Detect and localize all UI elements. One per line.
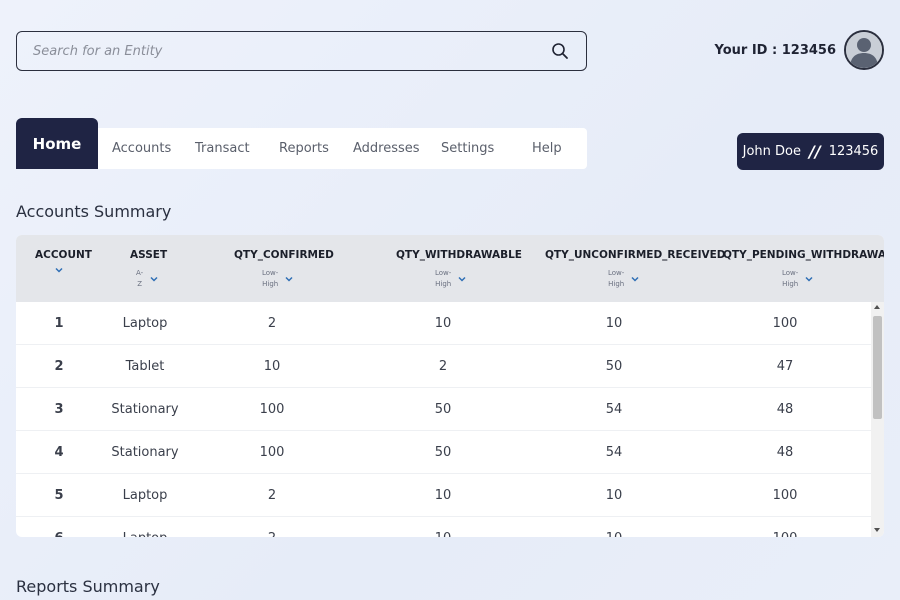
sort-qty-withdrawable[interactable]: Low- High (435, 268, 467, 290)
column-header-qty-confirmed: QTY_CONFIRMED (234, 249, 334, 261)
cell-qty-unconfirmed-received: 10 (605, 316, 623, 331)
cell-asset: Laptop (122, 488, 168, 503)
user-avatar-icon[interactable] (844, 30, 884, 70)
tab-accounts[interactable]: Accounts (112, 141, 171, 156)
tab-reports[interactable]: Reports (279, 141, 329, 156)
user-badge[interactable]: John Doe // 123456 (737, 133, 884, 170)
column-header-account: ACCOUNT (35, 249, 92, 261)
cell-asset: Stationary (111, 402, 179, 417)
cell-qty-confirmed: 2 (267, 316, 277, 331)
cell-qty-pending-withdrawal: 100 (772, 316, 798, 331)
cell-qty-unconfirmed-received: 10 (605, 488, 623, 503)
cell-qty-confirmed: 2 (267, 488, 277, 503)
chevron-down-icon (631, 276, 639, 282)
cell-qty-pending-withdrawal: 47 (776, 359, 794, 374)
sort-qty-pending-withdrawal[interactable]: Low- High (782, 268, 814, 290)
table-row[interactable]: 1 Laptop 2 10 10 100 (16, 302, 871, 345)
cell-qty-unconfirmed-received: 50 (605, 359, 623, 374)
column-header-qty-unconfirmed-received: QTY_UNCONFIRMED_RECEIVED (545, 249, 726, 261)
main-nav: Accounts Transact Reports Addresses Sett… (98, 128, 587, 169)
accounts-table: ACCOUNT ASSET QTY_CONFIRMED QTY_WITHDRAW… (16, 235, 884, 537)
cell-qty-pending-withdrawal: 48 (776, 445, 794, 460)
cell-asset: Tablet (125, 359, 165, 374)
tab-settings[interactable]: Settings (441, 141, 494, 156)
user-id-label: Your ID : 123456 (714, 43, 837, 58)
user-badge-separator: // (809, 142, 821, 161)
column-header-qty-pending-withdrawal: QTY_PENDING_WITHDRAWAL (723, 249, 884, 261)
sort-label-qty-withdrawable: Low- High (435, 269, 452, 288)
table-row[interactable]: 5 Laptop 2 10 10 100 (16, 474, 871, 517)
table-body: 1 Laptop 2 10 10 100 2 Tablet 10 2 50 47 3 Stationary… (16, 302, 871, 537)
tab-addresses[interactable]: Addresses (353, 141, 420, 156)
cell-qty-confirmed: 100 (259, 445, 285, 460)
cell-asset: Laptop (122, 316, 168, 331)
cell-qty-withdrawable: 50 (434, 445, 452, 460)
table-row[interactable]: 3 Stationary 100 50 54 48 (16, 388, 871, 431)
cell-qty-confirmed: 100 (259, 402, 285, 417)
sort-qty-confirmed[interactable]: Low- High (262, 268, 294, 290)
table-header: ACCOUNT ASSET QTY_CONFIRMED QTY_WITHDRAW… (16, 235, 884, 302)
reports-summary-title: Reports Summary (16, 577, 160, 596)
scrollbar-thumb[interactable] (873, 316, 882, 419)
tab-transact[interactable]: Transact (195, 141, 250, 156)
sort-label-qty-pending-withdrawal: Low- High (782, 269, 799, 288)
cell-qty-withdrawable: 10 (383, 531, 503, 537)
accounts-summary-title: Accounts Summary (16, 202, 172, 221)
sort-label-qty-confirmed: Low- High (262, 269, 279, 288)
tab-home[interactable]: Home (16, 118, 98, 169)
chevron-down-icon (55, 267, 63, 273)
chevron-down-icon (285, 276, 293, 282)
column-header-asset: ASSET (130, 249, 168, 261)
cell-asset: Stationary (111, 445, 179, 460)
cell-asset: Laptop (85, 531, 205, 537)
search-icon[interactable] (550, 41, 570, 61)
scroll-down-arrow-icon[interactable] (874, 528, 880, 532)
chevron-down-icon (458, 276, 466, 282)
cell-qty-confirmed: 2 (212, 531, 332, 537)
sort-label-qty-unconfirmed-received: Low- High (608, 269, 625, 288)
table-row[interactable]: 4 Stationary 100 50 54 48 (16, 431, 871, 474)
chevron-down-icon (805, 276, 813, 282)
cell-qty-pending-withdrawal: 48 (776, 402, 794, 417)
table-scrollbar[interactable] (871, 302, 884, 537)
cell-qty-pending-withdrawal: 100 (725, 531, 845, 537)
user-name: John Doe (742, 144, 802, 159)
tab-help[interactable]: Help (532, 141, 562, 156)
sort-qty-unconfirmed-received[interactable]: Low- High (608, 268, 640, 290)
sort-account[interactable] (54, 265, 64, 275)
cell-qty-withdrawable: 10 (434, 316, 452, 331)
cell-qty-withdrawable: 50 (434, 402, 452, 417)
table-row[interactable]: 2 Tablet 10 2 50 47 (16, 345, 871, 388)
search-bar[interactable] (16, 31, 587, 71)
cell-qty-withdrawable: 2 (438, 359, 448, 374)
sort-asset[interactable]: A- Z (136, 268, 159, 290)
chevron-down-icon (150, 276, 158, 282)
cell-qty-unconfirmed-received: 54 (605, 402, 623, 417)
column-header-qty-withdrawable: QTY_WITHDRAWABLE (396, 249, 522, 261)
sort-label-asset: A- Z (136, 269, 144, 288)
cell-qty-unconfirmed-received: 10 (554, 531, 674, 537)
cell-qty-pending-withdrawal: 100 (772, 488, 798, 503)
user-badge-id: 123456 (828, 144, 879, 159)
cell-qty-confirmed: 10 (263, 359, 281, 374)
table-row[interactable]: 6Laptop21010100 (16, 517, 871, 537)
scroll-up-arrow-icon[interactable] (874, 305, 880, 309)
cell-qty-unconfirmed-received: 54 (605, 445, 623, 460)
cell-qty-withdrawable: 10 (434, 488, 452, 503)
search-input[interactable] (33, 43, 550, 59)
